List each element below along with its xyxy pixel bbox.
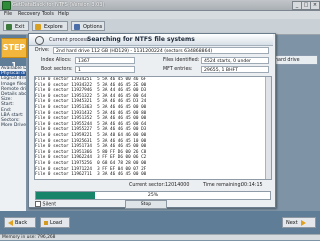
next-label: Next (286, 220, 298, 226)
boot-label: Boot sectors: (41, 67, 73, 72)
time-remaining-value: 00:14:15 (241, 183, 263, 188)
title-bar: GetDataBack for NTFS (Version 3.03) _ □ … (0, 0, 320, 11)
log-line: File 0 sector 11962711 3 3A 46 46 45 00 … (35, 172, 147, 178)
status-bar: Memory in use: 796,268 (0, 234, 320, 240)
time-remaining-label: Time remaining: (203, 183, 243, 188)
menu-bar: File Recovery Tools Help (0, 11, 320, 19)
menu-help[interactable]: Help (58, 12, 69, 17)
menu-tools[interactable]: Tools (42, 12, 54, 17)
dialog-header: Current process: Searching for NTFS file… (29, 34, 273, 46)
index-value: 1367 (75, 57, 135, 64)
index-label: Index Allocs: (41, 58, 72, 63)
back-button[interactable]: Back (4, 217, 36, 228)
step-indicator: STEP 1 (1, 38, 27, 70)
back-label: Back (15, 220, 28, 226)
progress-dialog: Current process: Searching for NTFS file… (28, 33, 276, 209)
silent-label: Silent (42, 202, 57, 208)
menu-file[interactable]: File (4, 12, 12, 17)
exit-label: Exit (15, 24, 25, 30)
load-icon (44, 220, 48, 225)
options-button[interactable]: Options (71, 21, 105, 31)
options-icon (74, 24, 80, 30)
options-label: Options (83, 24, 103, 30)
exit-button[interactable]: Exit (3, 21, 29, 31)
selected-drive-box[interactable]: hard drive (272, 55, 318, 65)
left-item[interactable]: Logical drive (0, 76, 26, 81)
drive-label: Drive: (35, 48, 50, 53)
checkbox-box[interactable] (35, 201, 41, 207)
explore-button[interactable]: Explore (32, 21, 68, 31)
files-label: Files identified: (163, 58, 200, 63)
load-button[interactable]: Load (40, 217, 70, 228)
left-item[interactable]: Image files (0, 82, 26, 87)
menu-recovery[interactable]: Recovery (18, 12, 40, 17)
process-value: Searching for NTFS file systems (87, 36, 195, 43)
drive-value: 2nd hard drive 112 GB (HD129) - 11312002… (53, 47, 269, 54)
right-panel: hard drive (272, 35, 320, 211)
back-arrow-icon (8, 219, 13, 226)
sector-log-list[interactable]: File 0 sector 11934251 5 5A 46 45 00 46 … (34, 76, 272, 180)
mft-value: 29655, 1 BHFT (201, 66, 269, 73)
next-arrow-icon (300, 219, 306, 226)
explore-icon (35, 24, 41, 30)
current-sector-value: 12014000 (165, 183, 190, 188)
window-title: GetDataBack for NTFS (Version 3.03) (12, 2, 105, 8)
left-item[interactable]: More Drives (0, 123, 26, 128)
explore-label: Explore (44, 24, 63, 30)
magnifier-icon (35, 36, 44, 45)
drive-list-panel: Available Drive Physical drive Logical d… (0, 66, 26, 211)
silent-checkbox[interactable]: Silent (35, 201, 56, 208)
next-button[interactable]: Next (282, 217, 316, 228)
stop-button[interactable]: Stop (125, 200, 167, 209)
files-value: 4524 starts, 0 under (201, 57, 269, 64)
navigation-bar: Back Load Next (0, 211, 320, 234)
process-label: Current process: (49, 37, 91, 43)
current-sector-label: Current sector: (129, 183, 165, 188)
exit-icon (6, 24, 12, 30)
load-label: Load (50, 220, 62, 226)
app-icon (2, 1, 11, 10)
mft-label: MFT entries: (163, 67, 193, 72)
close-button[interactable]: × (310, 1, 320, 10)
progress-percent: 25% (147, 193, 159, 198)
progress-bar: 25% (35, 191, 271, 200)
boot-value: 1 (75, 66, 135, 73)
scrollbar[interactable] (265, 77, 271, 179)
